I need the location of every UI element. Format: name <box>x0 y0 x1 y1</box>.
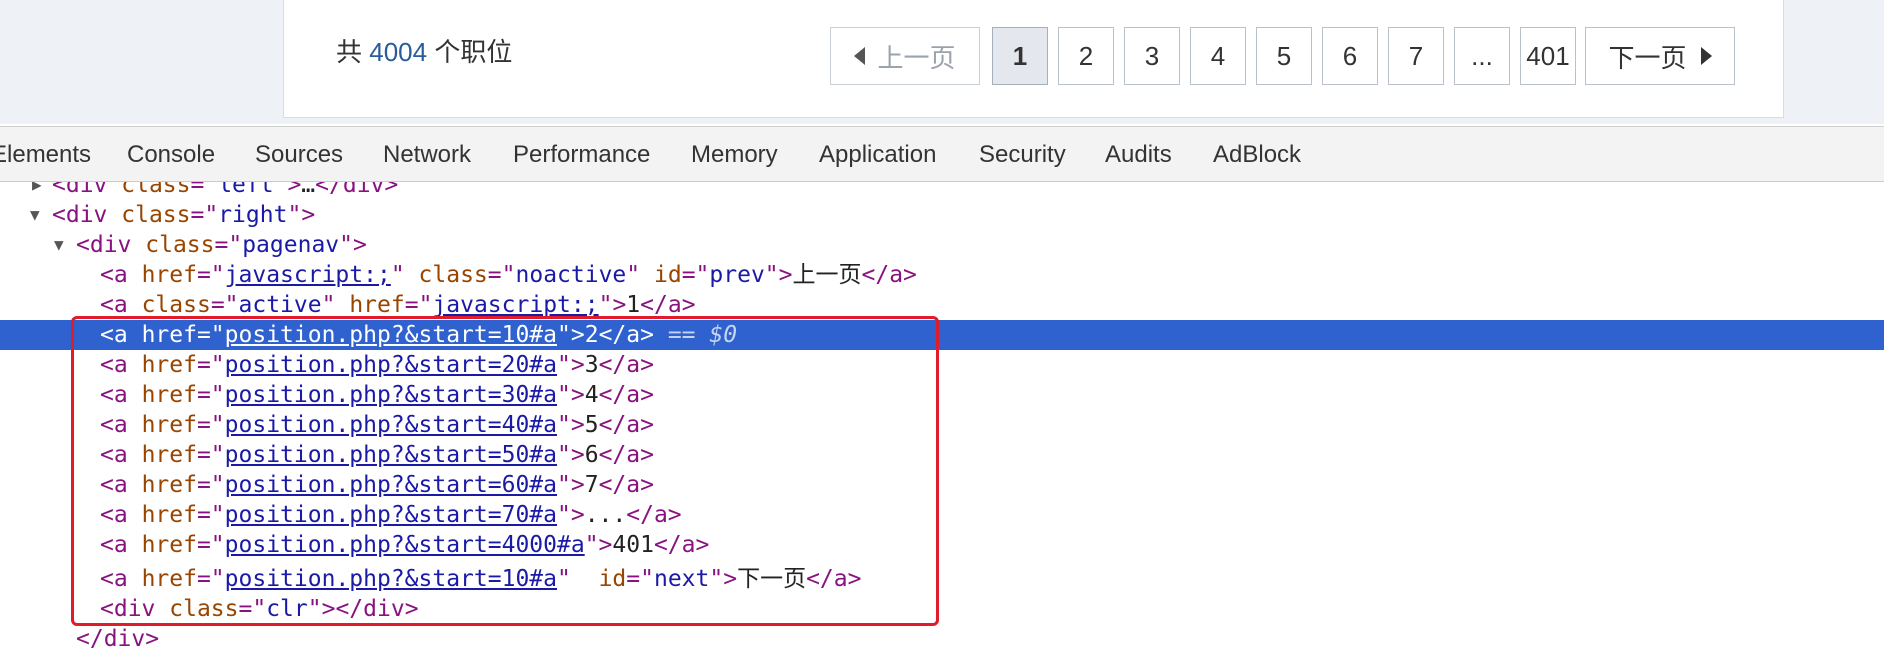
next-page-label: 下一页 <box>1608 42 1687 73</box>
devtools-tab-bar: Elements Console Sources Network Perform… <box>0 126 1884 182</box>
page-area: 共 4004 个职位 上一页 1 2 3 4 5 6 7 ... 401 下一页 <box>0 0 1884 124</box>
tab-adblock[interactable]: AdBlock <box>1213 141 1301 169</box>
prev-page-button[interactable]: 上一页 <box>830 27 980 85</box>
caret-right-icon <box>1700 47 1712 65</box>
dom-node-a-page[interactable]: <a href="position.php?&start=30#a">4</a> <box>0 380 1884 410</box>
dom-node-div-clr[interactable]: <div class="clr"></div> <box>0 594 1884 624</box>
dom-node-div-close[interactable]: </div> <box>0 624 1884 654</box>
dom-node-a-page[interactable]: <a href="position.php?&start=50#a">6</a> <box>0 440 1884 470</box>
last-page-button[interactable]: 401 <box>1520 27 1576 85</box>
dom-node-div-right[interactable]: ▼ <div class="right"> <box>0 200 1884 230</box>
expand-arrow-icon[interactable]: ▶ <box>32 182 42 200</box>
dom-node-div-pagenav[interactable]: ▼ <div class="pagenav"> <box>0 230 1884 260</box>
page-button[interactable]: 7 <box>1388 27 1444 85</box>
tab-elements[interactable]: Elements <box>0 141 91 169</box>
total-number: 4004 <box>369 37 428 67</box>
total-prefix: 共 <box>336 37 363 67</box>
href-link[interactable]: javascript:; <box>432 292 598 318</box>
dom-node-a-page[interactable]: <a href="position.php?&start=60#a">7</a> <box>0 470 1884 500</box>
href-link[interactable]: position.php?&start=50#a <box>225 442 557 468</box>
elements-tree: ▶ <div class="left">…</div> ▼ <div class… <box>0 182 1884 656</box>
page-button[interactable]: 6 <box>1322 27 1378 85</box>
dom-node-div-left[interactable]: ▶ <div class="left">…</div> <box>0 182 1884 200</box>
page-button[interactable]: 2 <box>1058 27 1114 85</box>
dom-node-a-next[interactable]: <a href="position.php?&start=10#a" id="n… <box>0 564 1884 594</box>
href-link[interactable]: position.php?&start=30#a <box>225 382 557 408</box>
next-page-button[interactable]: 下一页 <box>1585 27 1735 85</box>
href-link[interactable]: position.php?&start=20#a <box>225 352 557 378</box>
href-link[interactable]: position.php?&start=40#a <box>225 412 557 438</box>
tab-memory[interactable]: Memory <box>691 141 778 169</box>
total-suffix: 个职位 <box>434 37 513 67</box>
collapse-arrow-icon[interactable]: ▼ <box>54 230 64 260</box>
href-link[interactable]: position.php?&start=70#a <box>225 502 557 528</box>
tab-audits[interactable]: Audits <box>1105 141 1172 169</box>
screenshot-root: 共 4004 个职位 上一页 1 2 3 4 5 6 7 ... 401 下一页 <box>0 0 1884 656</box>
page-ellipsis-button[interactable]: ... <box>1454 27 1510 85</box>
tab-performance[interactable]: Performance <box>513 141 650 169</box>
dom-node-a-page[interactable]: <a href="position.php?&start=4000#a">401… <box>0 530 1884 560</box>
caret-left-icon <box>854 47 866 65</box>
selected-node-marker: == $0 <box>667 322 738 348</box>
page-button[interactable]: 4 <box>1190 27 1246 85</box>
href-link[interactable]: position.php?&start=60#a <box>225 472 557 498</box>
dom-node-a-active[interactable]: <a class="active" href="javascript:;">1<… <box>0 290 1884 320</box>
dom-node-a-prev[interactable]: <a href="javascript:;" class="noactive" … <box>0 260 1884 290</box>
tab-application[interactable]: Application <box>819 141 936 169</box>
page-button[interactable]: 3 <box>1124 27 1180 85</box>
href-link[interactable]: position.php?&start=4000#a <box>225 532 585 558</box>
dom-node-a-page[interactable]: <a href="position.php?&start=20#a">3</a> <box>0 350 1884 380</box>
tab-security[interactable]: Security <box>979 141 1066 169</box>
page-button[interactable]: 5 <box>1256 27 1312 85</box>
tab-sources[interactable]: Sources <box>255 141 343 169</box>
dom-node-a-page[interactable]: <a href="position.php?&start=70#a">...</… <box>0 500 1884 530</box>
tab-network[interactable]: Network <box>383 141 471 169</box>
dom-node-a-page-selected[interactable]: <a href="position.php?&start=10#a">2</a>… <box>0 320 1884 350</box>
tab-console[interactable]: Console <box>127 141 215 169</box>
dom-node-a-page[interactable]: <a href="position.php?&start=40#a">5</a> <box>0 410 1884 440</box>
page-button-active[interactable]: 1 <box>992 27 1048 85</box>
collapse-arrow-icon[interactable]: ▼ <box>30 200 40 230</box>
href-link[interactable]: position.php?&start=10#a <box>225 322 557 348</box>
pagination-card: 共 4004 个职位 上一页 1 2 3 4 5 6 7 ... 401 下一页 <box>283 0 1784 118</box>
total-count: 共 4004 个职位 <box>336 32 512 69</box>
href-link[interactable]: position.php?&start=10#a <box>225 566 557 592</box>
href-link[interactable]: javascript:; <box>225 262 391 288</box>
prev-page-label: 上一页 <box>877 42 956 73</box>
